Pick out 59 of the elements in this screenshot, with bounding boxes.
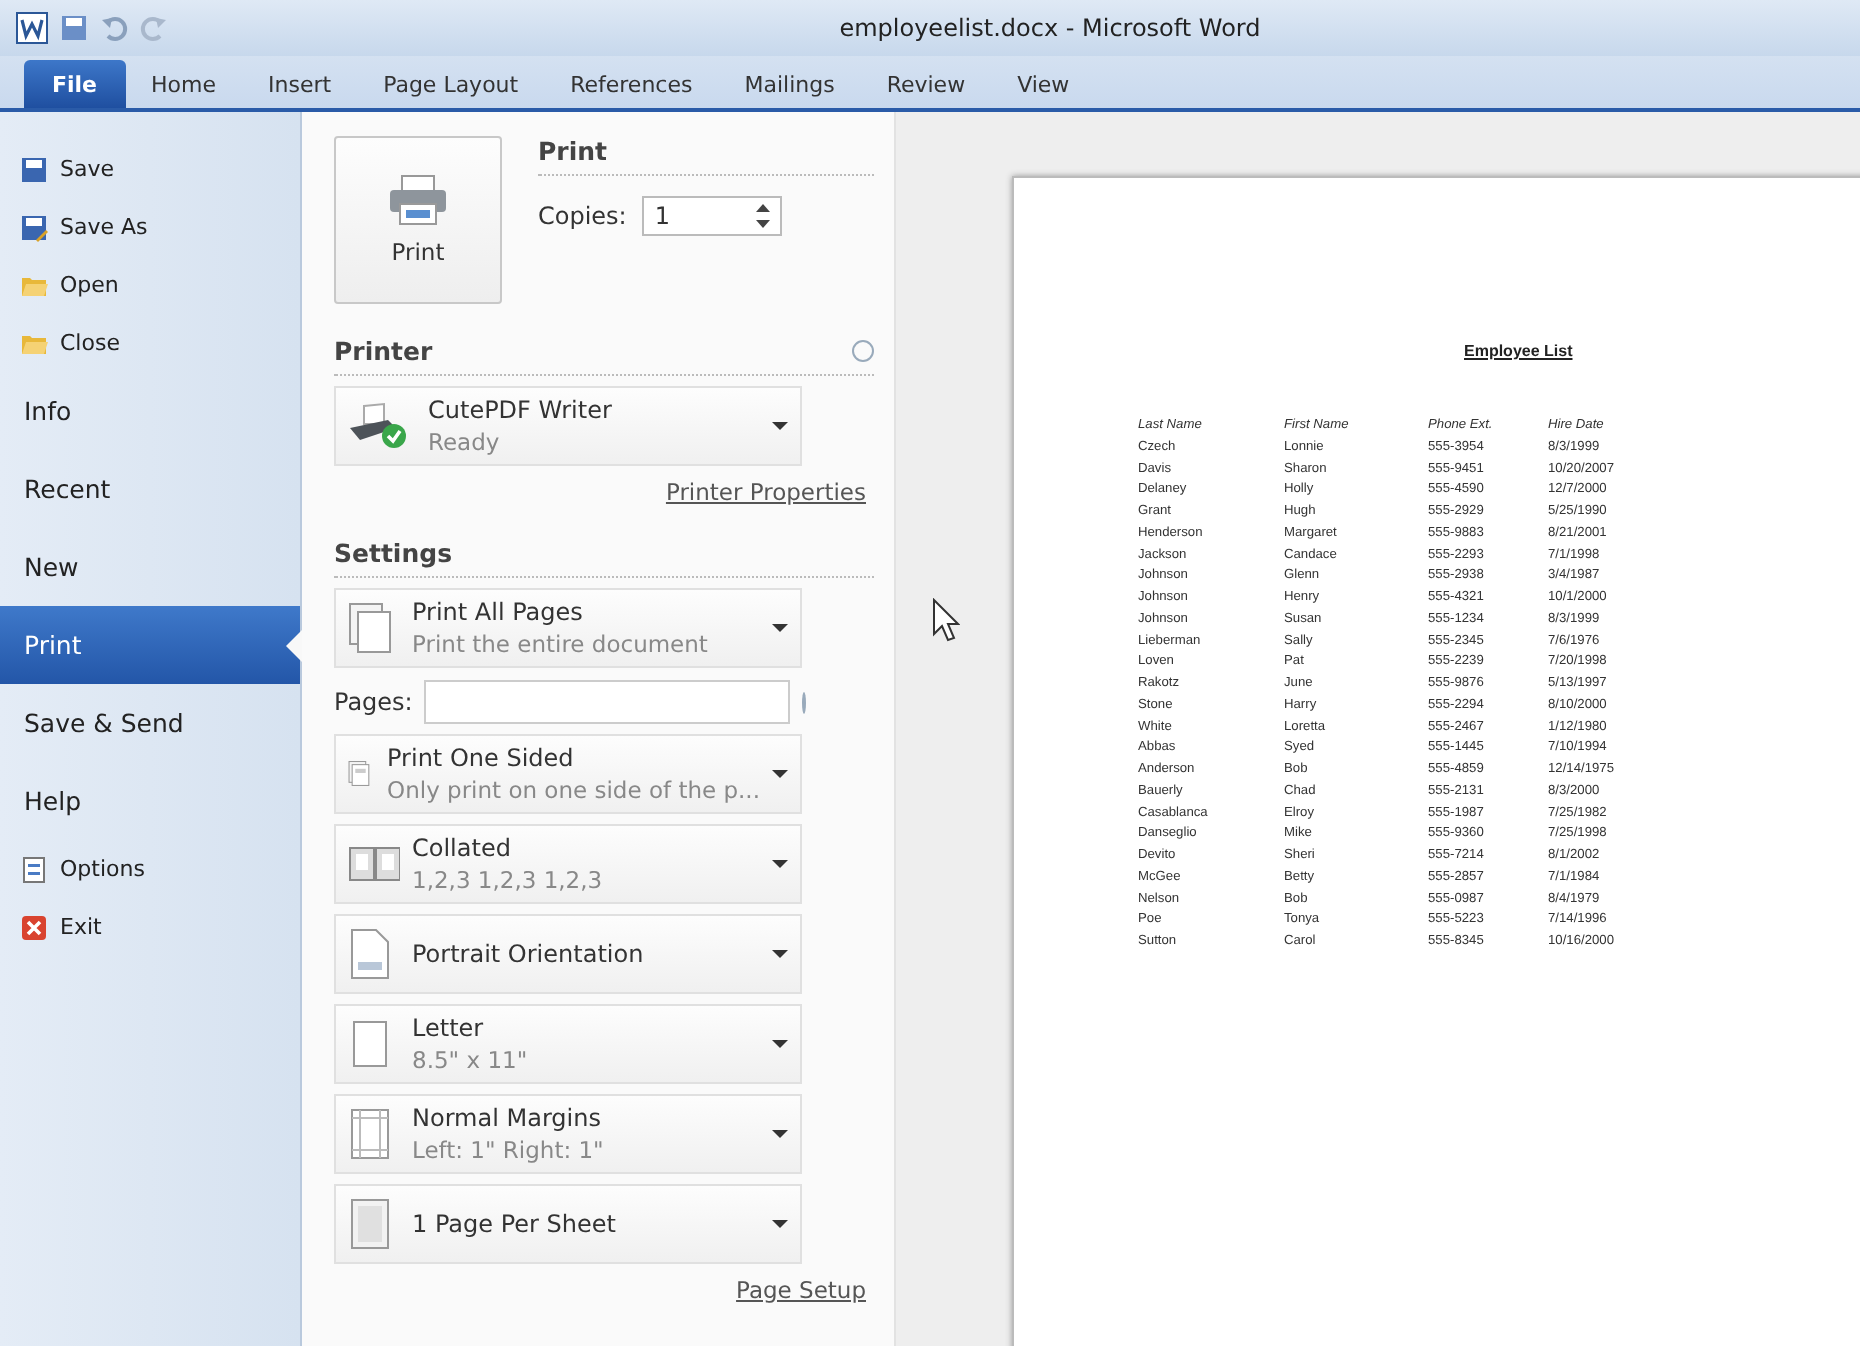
ribbon-tab[interactable]: File xyxy=(24,60,126,108)
menu-item[interactable]: New xyxy=(0,528,300,606)
settings-dropdown[interactable]: 1 Page Per Sheet xyxy=(334,1184,802,1264)
menu-item[interactable]: Open xyxy=(0,256,300,314)
settings-dropdown[interactable]: Letter 8.5" x 11" xyxy=(334,1004,802,1084)
menu-item[interactable]: Save & Send xyxy=(0,684,300,762)
caret-icon xyxy=(772,950,788,958)
document-title: Employee List xyxy=(1464,342,1575,360)
ribbon-tab[interactable]: Home xyxy=(125,60,242,108)
caret-icon xyxy=(772,1220,788,1228)
menu-item[interactable]: Info xyxy=(0,372,300,450)
caret-icon xyxy=(772,860,788,868)
options-icon xyxy=(20,855,48,883)
copies-field[interactable]: 1 xyxy=(642,196,783,236)
section-heading: Printer xyxy=(334,336,433,366)
window-title: employeelist.docx - Microsoft Word xyxy=(839,14,1261,42)
settings-dropdown[interactable]: Print All Pages Print the entire document xyxy=(334,588,802,668)
printer-properties-link[interactable]: Printer Properties xyxy=(665,478,866,506)
menu-item[interactable]: Close xyxy=(0,314,300,372)
caret-icon xyxy=(772,1040,788,1048)
mouse-pointer-icon xyxy=(932,598,960,642)
menu-item[interactable]: Print xyxy=(0,606,300,684)
section-heading: Print xyxy=(538,136,874,176)
printer-icon xyxy=(388,174,448,226)
menu-item[interactable]: Help xyxy=(0,762,300,840)
settings-dropdown[interactable]: Print One Sided Only print on one side of the p... xyxy=(334,734,802,814)
caret-icon xyxy=(772,1130,788,1138)
caret-icon xyxy=(772,770,788,778)
settings-dropdown[interactable]: Collated 1,2,3 1,2,3 1,2,3 xyxy=(334,824,802,904)
menu-item[interactable]: Save As xyxy=(0,198,300,256)
menu-item[interactable]: Exit xyxy=(0,898,300,956)
caret-icon xyxy=(772,624,788,632)
ribbon-tab[interactable]: Insert xyxy=(242,60,358,108)
section-heading: Settings xyxy=(334,538,453,568)
undo-icon[interactable] xyxy=(100,14,128,42)
pages-field[interactable] xyxy=(424,680,791,724)
menu-item[interactable]: Options xyxy=(0,840,300,898)
ribbon-tab[interactable]: References xyxy=(544,60,719,108)
save-as-icon xyxy=(20,213,48,241)
word-logo-icon[interactable] xyxy=(16,12,48,44)
page-setup-link[interactable]: Page Setup xyxy=(736,1276,866,1304)
settings-dropdown[interactable]: Portrait Orientation xyxy=(334,914,802,994)
caret-icon xyxy=(772,422,788,430)
ribbon-tab[interactable]: Mailings xyxy=(718,60,861,108)
save-icon xyxy=(20,155,48,183)
printer-dropdown[interactable]: CutePDF Writer Ready xyxy=(334,386,802,466)
ribbon-tab[interactable]: Page Layout xyxy=(357,60,545,108)
ribbon-tab[interactable]: Review xyxy=(860,60,992,108)
settings-dropdown[interactable]: Normal Margins Left: 1" Right: 1" xyxy=(334,1094,802,1174)
print-button[interactable]: Print xyxy=(334,136,502,304)
save-icon[interactable] xyxy=(60,14,88,42)
pages-label: Pages: xyxy=(334,688,413,716)
copies-label: Copies: xyxy=(538,202,627,230)
ribbon-tab[interactable]: View xyxy=(991,60,1096,108)
spinner-arrows-icon xyxy=(756,204,771,228)
exit-icon xyxy=(20,913,48,941)
menu-item[interactable]: Recent xyxy=(0,450,300,528)
redo-icon[interactable] xyxy=(140,14,168,42)
menu-item[interactable]: Save xyxy=(0,140,300,198)
